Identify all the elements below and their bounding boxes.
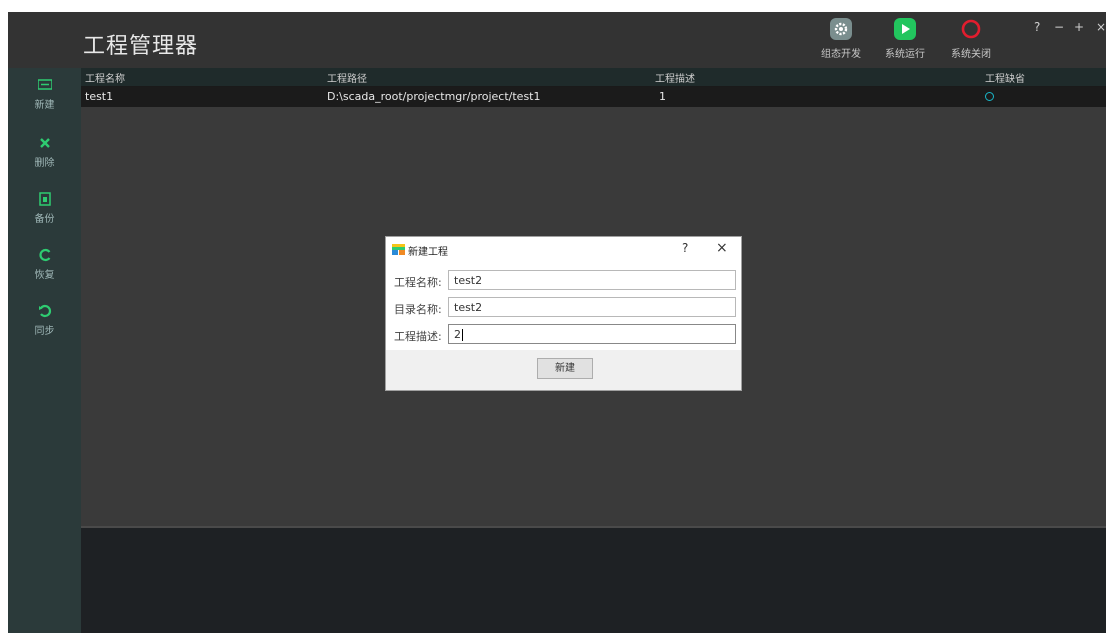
form-row-project-name: 工程名称: test2 [392, 270, 736, 292]
sidebar-item-restore[interactable]: 恢复 [8, 248, 81, 281]
sidebar-item-label: 恢复 [34, 270, 55, 281]
power-icon [961, 19, 981, 39]
form-row-project-description: 工程描述: 2 [392, 324, 736, 346]
config-dev-button[interactable]: 组态开发 [816, 18, 866, 66]
table-row[interactable]: test1 D:\scada_root/projectmgr/project/t… [81, 87, 1106, 107]
new-project-dialog: 新建工程 ? × 工程名称: test2 目录名称: test2 工程描述: 2… [385, 236, 742, 391]
app-logo-icon [392, 244, 405, 255]
gear-icon [830, 18, 852, 40]
sidebar-item-sync[interactable]: 同步 [8, 304, 81, 337]
table-header: 工程名称 工程路径 工程描述 工程缺省 [81, 68, 1106, 87]
sidebar-item-label: 新建 [34, 100, 55, 111]
column-header-name[interactable]: 工程名称 [85, 70, 125, 85]
dialog-help-button[interactable]: ? [682, 241, 688, 255]
dialog-close-button[interactable]: × [716, 240, 728, 256]
directory-name-input[interactable]: test2 [448, 297, 736, 317]
column-header-default[interactable]: 工程缺省 [985, 70, 1025, 85]
maximize-button[interactable]: + [1074, 20, 1084, 34]
sidebar: 新建 删除 备份 恢复 同步 [8, 68, 81, 633]
sync-icon [38, 304, 51, 318]
directory-name-value: test2 [454, 301, 483, 314]
log-panel [81, 528, 1106, 633]
new-project-icon [37, 79, 52, 90]
sidebar-item-label: 删除 [34, 158, 55, 169]
cell-project-name: test1 [85, 90, 114, 103]
column-header-description[interactable]: 工程描述 [655, 70, 695, 85]
help-button[interactable]: ? [1034, 20, 1040, 34]
cell-project-description: 1 [659, 90, 666, 103]
system-close-label: 系统关闭 [951, 49, 991, 60]
project-description-input[interactable]: 2 [448, 324, 736, 344]
project-name-value: test2 [454, 274, 483, 287]
play-icon [894, 18, 916, 40]
restore-icon [38, 248, 50, 262]
minimize-button[interactable]: − [1054, 20, 1064, 34]
system-run-button[interactable]: 系统运行 [880, 18, 930, 66]
app-title: 工程管理器 [83, 34, 199, 59]
delete-x-icon [39, 138, 50, 148]
text-caret [462, 329, 463, 341]
project-name-label: 工程名称: [394, 276, 442, 289]
backup-icon [38, 192, 51, 206]
dialog-title-bar: 新建工程 ? × [386, 237, 741, 262]
close-button[interactable]: × [1096, 20, 1106, 34]
project-description-value: 2 [454, 328, 461, 341]
dialog-title: 新建工程 [408, 247, 448, 258]
config-dev-label: 组态开发 [821, 49, 861, 60]
system-run-label: 系统运行 [885, 49, 925, 60]
sidebar-item-delete[interactable]: 删除 [8, 136, 81, 169]
dialog-body: 工程名称: test2 目录名称: test2 工程描述: 2 [386, 262, 741, 350]
default-status-icon [985, 92, 994, 101]
column-header-path[interactable]: 工程路径 [327, 70, 367, 85]
sidebar-item-backup[interactable]: 备份 [8, 192, 81, 225]
system-close-button[interactable]: 系统关闭 [946, 18, 996, 66]
directory-name-label: 目录名称: [394, 303, 442, 316]
create-button[interactable]: 新建 [537, 358, 593, 379]
title-bar: 工程管理器 组态开发 系统运行 系统关闭 ? − + × [8, 12, 1106, 68]
sidebar-item-label: 备份 [34, 214, 55, 225]
cell-project-path: D:\scada_root/projectmgr/project/test1 [327, 90, 541, 103]
sidebar-item-label: 同步 [34, 326, 55, 337]
project-description-label: 工程描述: [394, 330, 442, 343]
sidebar-item-new[interactable]: 新建 [8, 78, 81, 111]
dialog-footer: 新建 [386, 350, 741, 390]
project-name-input[interactable]: test2 [448, 270, 736, 290]
form-row-directory-name: 目录名称: test2 [392, 297, 736, 319]
